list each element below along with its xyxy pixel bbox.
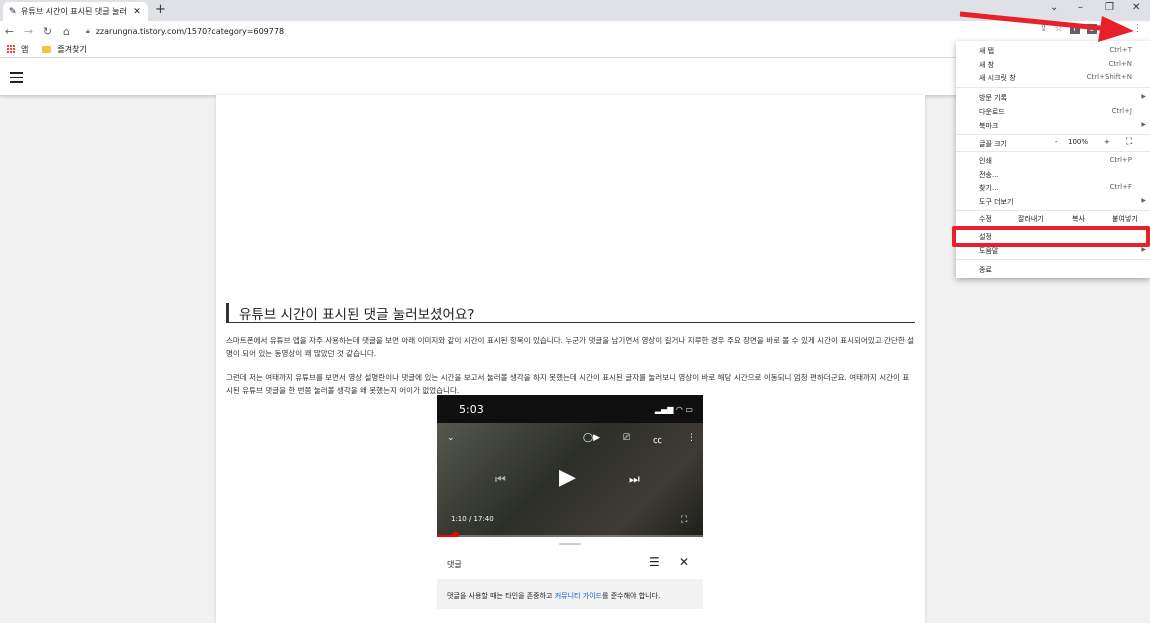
annotation-arrow xyxy=(959,11,1134,42)
